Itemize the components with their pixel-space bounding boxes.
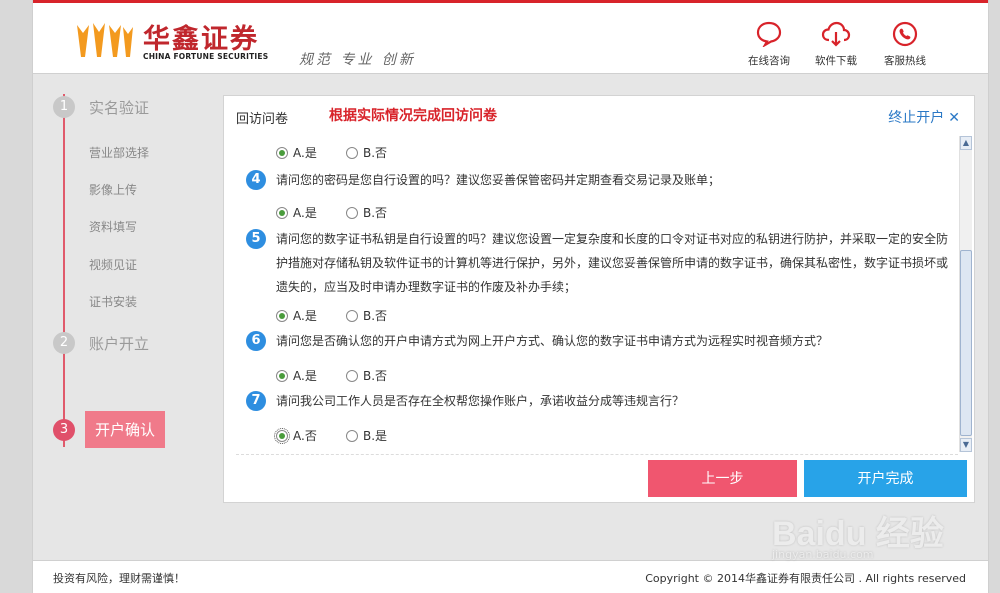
hotline-label: 客服热线 [884,55,926,67]
panel-header: 回访问卷 根据实际情况完成回访问卷 终止开户 ✕ [224,96,974,134]
options-q4: A.是 B.否 [276,204,416,221]
question-text: 请问我公司工作人员是否存在全权帮您操作账户，承诺收益分成等违规言行？ [276,394,685,408]
online-consult-button[interactable]: 在线咨询 [739,21,799,68]
scroll-down-arrow-icon[interactable]: ▼ [960,438,972,452]
divider [236,454,958,455]
question-number: 5 [246,229,266,249]
option-b[interactable]: B.否 [346,367,416,384]
brand-name: 华鑫证券 [143,24,259,55]
option-a[interactable]: A.是 [276,307,346,324]
scroll-up-arrow-icon[interactable]: ▲ [960,136,972,150]
option-a[interactable]: A.是 [276,144,346,161]
options-q7: A.否 B.是 [274,427,416,444]
substep-info-fill: 资料填写 [89,220,138,234]
question-6: 6 请问您是否确认您的开户申请方式为网上开户方式、确认您的数字证书申请方式为远程… [246,329,956,353]
terminate-label: 终止开户 [888,110,945,126]
substep-image-upload: 影像上传 [89,183,138,197]
chat-bubble-icon [756,21,782,47]
question-text: 请问您是否确认您的开户申请方式为网上开户方式、确认您的数字证书申请方式为远程实时… [276,334,829,348]
risk-warning: 投资有风险，理财需谨慎！ [53,572,185,585]
option-b[interactable]: B.否 [346,204,416,221]
substep-cert-install: 证书安装 [89,295,138,309]
hotline-button[interactable]: 客服热线 [875,21,935,68]
step-number: 3 [53,418,75,441]
step-verify: 1 实名验证 [53,96,149,118]
cloud-download-icon [821,21,851,47]
option-b[interactable]: B.是 [346,427,416,444]
option-b[interactable]: B.否 [346,144,416,161]
step-number: 1 [53,96,75,118]
option-a[interactable]: A.是 [276,204,346,221]
copyright: Copyright © 2014华鑫证券有限责任公司 . All rights … [645,572,966,585]
radio-button[interactable] [276,369,288,382]
brand-name-en: CHINA FORTUNE SECURITIES [143,52,269,61]
step-open-account: 2 账户开立 [53,332,149,354]
progress-sidebar: 1 实名验证 营业部选择 影像上传 资料填写 视频见证 证书安装 2 账户开立 … [33,74,221,554]
brand-logo: 华鑫证券 CHINA FORTUNE SECURITIES [73,17,273,65]
question-4: 4 请问您的密码是您自行设置的吗？建议您妥善保管密码并定期查看交易记录及账单； [246,168,956,192]
online-consult-label: 在线咨询 [748,55,790,67]
question-scrollbar[interactable]: ▲ ▼ [959,136,972,452]
options-q6: A.是 B.否 [276,367,416,384]
step-title: 实名验证 [89,98,150,117]
radio-button[interactable] [346,146,358,159]
phone-icon [892,21,918,47]
radio-button[interactable] [346,429,358,442]
options-q5: A.是 B.否 [276,307,416,324]
brand-mark-icon [77,23,133,57]
radio-button[interactable] [276,206,288,219]
progress-line [63,94,65,447]
radio-button[interactable] [346,369,358,382]
software-download-label: 软件下载 [815,55,857,67]
radio-button[interactable] [346,309,358,322]
radio-button[interactable] [276,309,288,322]
substep-video-witness: 视频见证 [89,258,138,272]
option-a[interactable]: A.否 [274,427,346,444]
radio-button[interactable] [274,427,290,444]
question-5: 5 请问您的数字证书私钥是自行设置的吗？建议您设置一定复杂度和长度的口令对证书对… [246,227,956,299]
step-confirm: 3 开户确认 [53,411,166,448]
option-a[interactable]: A.是 [276,367,346,384]
baidu-watermark: Baidu 经验 jingyan.baidu.com [762,490,962,570]
step-title-active: 开户确认 [85,411,166,448]
question-number: 6 [246,331,266,351]
question-text: 请问您的密码是您自行设置的吗？建议您妥善保管密码并定期查看交易记录及账单； [276,173,721,187]
watermark-url: jingyan.baidu.com [772,548,874,561]
question-list: A.是 B.否 4 请问您的密码是您自行设置的吗？建议您妥善保管密码并定期查看交… [224,136,960,454]
header: 华鑫证券 CHINA FORTUNE SECURITIES 规范 专业 创新 在… [33,0,988,74]
question-text: 请问您的数字证书私钥是自行设置的吗？建议您设置一定复杂度和长度的口令对证书对应的… [276,232,949,294]
step-title: 账户开立 [89,334,150,353]
radio-button[interactable] [346,206,358,219]
step-number: 2 [53,332,75,354]
substep-branch-select: 营业部选择 [89,146,150,160]
radio-button[interactable] [276,146,288,159]
panel-title: 回访问卷 [236,112,289,127]
question-number: 4 [246,170,266,190]
panel-hint: 根据实际情况完成回访问卷 [329,108,497,124]
close-icon: ✕ [948,110,960,126]
option-b[interactable]: B.否 [346,307,416,324]
software-download-button[interactable]: 软件下载 [806,21,866,68]
slogan: 规范 专业 创新 [299,52,416,68]
terminate-account-link[interactable]: 终止开户 ✕ [888,107,960,127]
question-7: 7 请问我公司工作人员是否存在全权帮您操作账户，承诺收益分成等违规言行？ [246,389,956,413]
scrollbar-thumb[interactable] [960,250,972,436]
question-number: 7 [246,391,266,411]
questionnaire-panel: 回访问卷 根据实际情况完成回访问卷 终止开户 ✕ A.是 B.否 4 请问您的密码… [223,95,975,503]
options-q3: A.是 B.否 [276,144,416,161]
